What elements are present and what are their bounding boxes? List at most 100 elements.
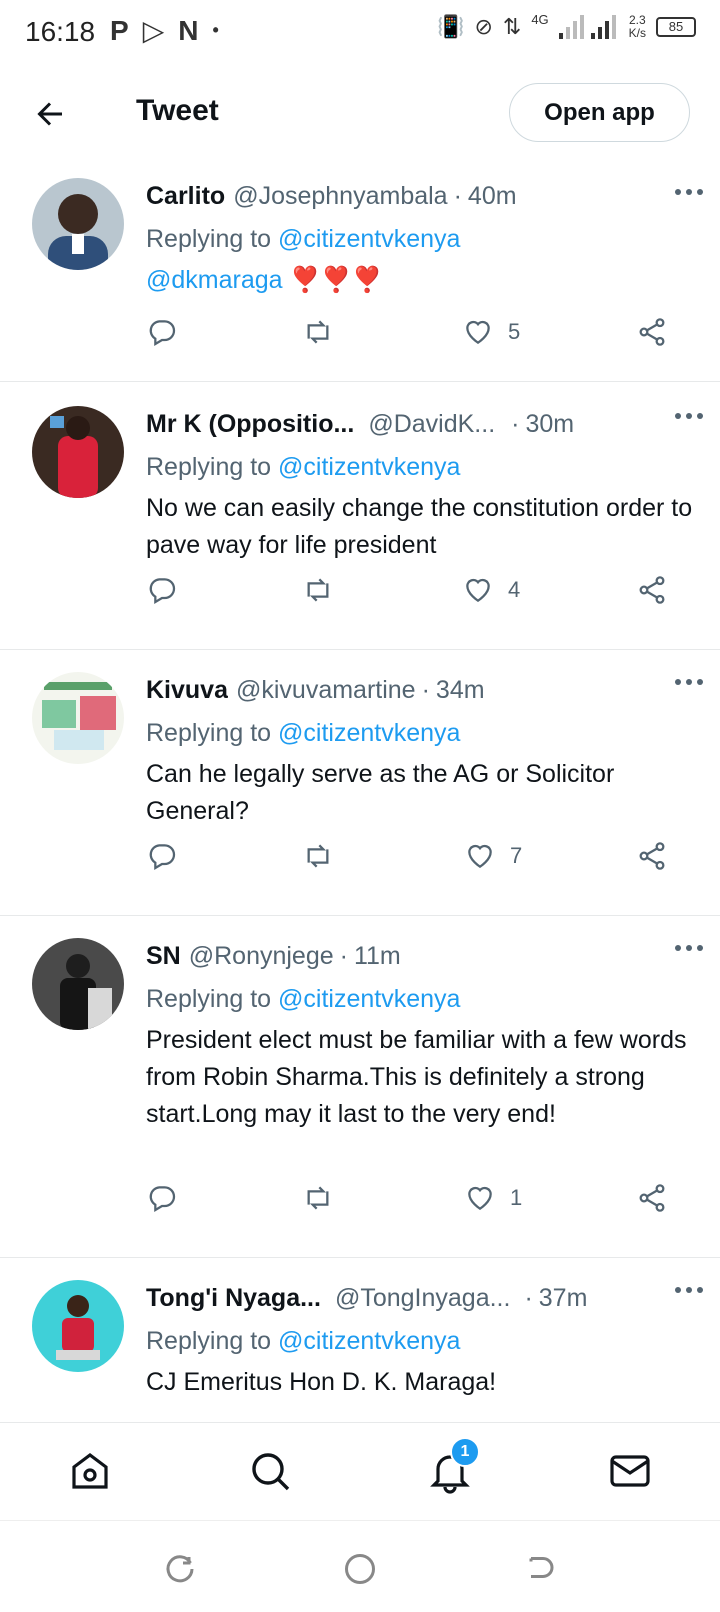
tweet-header: Kivuva @kivuvamartine · 34m	[146, 670, 700, 710]
author-name[interactable]: Kivuva	[146, 670, 228, 710]
like-button[interactable]: 7	[464, 836, 522, 876]
dnd-icon: ⊘	[474, 14, 493, 39]
reply-button[interactable]	[146, 312, 178, 352]
tweet-body: Tong'i Nyaga... @TongInyaga... · 37m Rep…	[146, 1278, 700, 1401]
avatar[interactable]	[32, 1280, 124, 1372]
author-handle[interactable]: @TongInyaga...	[335, 1278, 511, 1318]
replying-to: Replying to @citizentvkenya	[146, 719, 461, 747]
replying-to: Replying to @citizentvkenya	[146, 225, 461, 253]
tweet-body: Mr K (Oppositio... @DavidK... · 30m Repl…	[146, 404, 700, 564]
author-name[interactable]: Tong'i Nyaga...	[146, 1278, 321, 1318]
text-mention-link[interactable]: @dkmaraga	[146, 266, 283, 294]
back-nav-icon[interactable]	[522, 1551, 558, 1587]
like-count: 4	[508, 577, 521, 602]
tweet[interactable]: Mr K (Oppositio... @DavidK... · 30m Repl…	[0, 384, 720, 650]
nav-messages[interactable]	[606, 1447, 654, 1495]
author-name[interactable]: SN	[146, 936, 181, 976]
retweet-button[interactable]	[302, 570, 334, 610]
battery-icon: 85	[656, 17, 696, 37]
reply-mention-link[interactable]: @citizentvkenya	[278, 225, 460, 253]
author-handle[interactable]: @Ronynjege	[189, 936, 334, 976]
like-button[interactable]: 5	[462, 312, 520, 352]
tweet-time: 30m	[525, 410, 575, 438]
share-icon	[639, 1184, 665, 1212]
reply-button[interactable]	[146, 836, 178, 876]
separator-dot: ·	[339, 942, 348, 970]
status-time: 16:18	[25, 16, 96, 47]
more-options-icon[interactable]	[674, 1286, 704, 1294]
tweet-text: President elect must be familiar with a …	[146, 1026, 687, 1128]
tweet-text: @dkmaraga ❣️❣️❣️	[146, 266, 383, 294]
tweet[interactable]: SN @Ronynjege · 11m Replying to @citizen…	[0, 916, 720, 1258]
tweet[interactable]: Kivuva @kivuvamartine · 34m Replying to …	[0, 650, 720, 916]
reply-icon	[149, 320, 176, 347]
author-name[interactable]: Mr K (Oppositio...	[146, 404, 354, 444]
share-icon	[639, 842, 665, 870]
status-bar: 16:18 P ▷ N • 📳 ⊘ ⇅ 4G 2.3 K/s 85	[0, 0, 720, 66]
home-circle-icon[interactable]	[342, 1551, 378, 1587]
back-arrow-icon[interactable]	[32, 96, 68, 132]
tweet[interactable]: Tong'i Nyaga... @TongInyaga... · 37m Rep…	[0, 1258, 720, 1422]
nav-home[interactable]	[66, 1447, 114, 1495]
separator-dot: ·	[511, 410, 520, 438]
share-button[interactable]	[636, 1178, 668, 1218]
separator-dot: ·	[524, 1284, 533, 1312]
avatar[interactable]	[32, 178, 124, 270]
share-button[interactable]	[636, 570, 668, 610]
heart-icon	[466, 578, 490, 603]
more-options-icon[interactable]	[674, 412, 704, 420]
like-button[interactable]: 1	[464, 1178, 522, 1218]
nav-search[interactable]	[246, 1447, 294, 1495]
retweet-button[interactable]	[302, 836, 334, 876]
heart-icon	[468, 1186, 492, 1211]
play-store-icon: ▷	[142, 15, 165, 46]
notification-p-icon: P	[110, 14, 129, 46]
avatar[interactable]	[32, 406, 124, 498]
author-handle[interactable]: @kivuvamartine	[236, 670, 416, 710]
tweet-header: Carlito @Josephnyambala · 40m	[146, 176, 700, 216]
retweet-button[interactable]	[302, 1178, 334, 1218]
reply-mention-link[interactable]: @citizentvkenya	[278, 453, 460, 481]
tweet-actions: 4	[146, 570, 686, 610]
author-handle[interactable]: @Josephnyambala	[233, 176, 447, 216]
avatar[interactable]	[32, 938, 124, 1030]
author-handle[interactable]: @DavidK...	[368, 404, 495, 444]
author-name[interactable]: Carlito	[146, 176, 225, 216]
header: Tweet Open app	[0, 66, 720, 166]
signal-icon	[558, 15, 616, 39]
open-app-button[interactable]: Open app	[509, 83, 690, 142]
like-button[interactable]: 4	[462, 570, 520, 610]
recent-apps-icon[interactable]	[162, 1551, 198, 1587]
like-count: 1	[510, 1185, 523, 1210]
like-count: 5	[508, 319, 521, 344]
bottom-nav: 1	[0, 1422, 720, 1520]
retweet-icon	[307, 320, 329, 344]
share-button[interactable]	[636, 836, 668, 876]
tweet-time: 37m	[538, 1284, 588, 1312]
replying-to: Replying to @citizentvkenya	[146, 985, 461, 1013]
retweet-icon	[307, 1186, 329, 1210]
more-options-icon[interactable]	[674, 944, 704, 952]
more-options-icon[interactable]	[674, 678, 704, 686]
notification-badge: 1	[450, 1437, 480, 1467]
net-speed: 2.3 K/s	[628, 13, 646, 40]
page-title: Tweet	[136, 94, 219, 127]
reply-button[interactable]	[146, 570, 178, 610]
reply-mention-link[interactable]: @citizentvkenya	[278, 1327, 460, 1355]
tweet-actions: 7	[146, 836, 686, 876]
tweet-actions: 5	[146, 312, 686, 352]
avatar[interactable]	[32, 672, 124, 764]
more-notifications-dot: •	[212, 20, 219, 40]
tweet[interactable]: Carlito @Josephnyambala · 40m Replying t…	[0, 172, 720, 382]
tweet-body: Carlito @Josephnyambala · 40m Replying t…	[146, 176, 700, 299]
reply-button[interactable]	[146, 1178, 178, 1218]
reply-mention-link[interactable]: @citizentvkenya	[278, 719, 460, 747]
share-button[interactable]	[636, 312, 668, 352]
reply-mention-link[interactable]: @citizentvkenya	[278, 985, 460, 1013]
home-icon	[72, 1453, 108, 1489]
retweet-button[interactable]	[302, 312, 334, 352]
heart-icon	[468, 844, 492, 869]
notification-icons: P ▷ N •	[110, 14, 219, 47]
more-options-icon[interactable]	[674, 188, 704, 196]
separator-dot: ·	[421, 676, 430, 704]
